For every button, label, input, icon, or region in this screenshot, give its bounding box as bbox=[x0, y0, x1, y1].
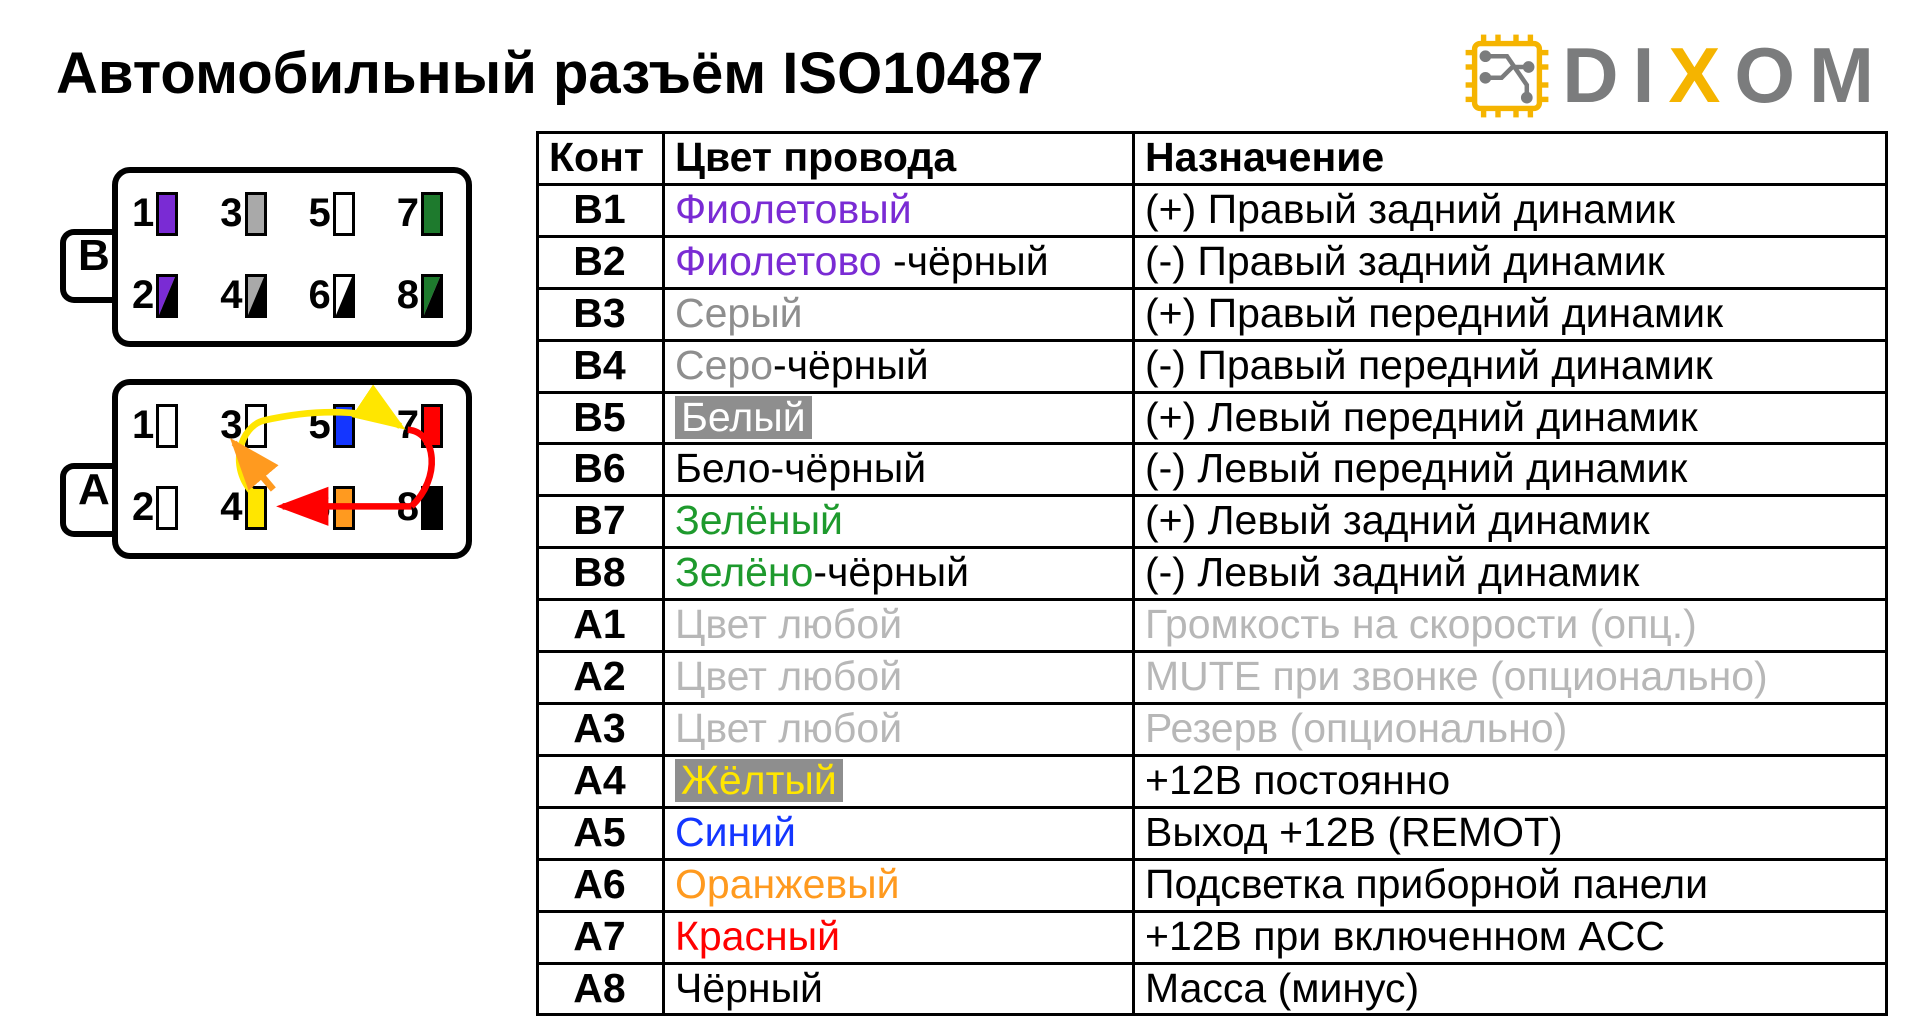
table-header-row: Конт Цвет провода Назначение bbox=[538, 133, 1887, 185]
connector-pin: 5 bbox=[309, 191, 355, 236]
cell-function: (-) Правый передний динамик bbox=[1134, 340, 1887, 392]
table-row: B8Зелёно-чёрный(-) Левый задний динамик bbox=[538, 548, 1887, 600]
table-row: B5Белый(+) Левый передний динамик bbox=[538, 392, 1887, 444]
cell-wire: Цвет любой bbox=[664, 600, 1134, 652]
logo-letter: M bbox=[1809, 30, 1888, 121]
cell-pin: A7 bbox=[538, 911, 664, 963]
cell-wire: Белый bbox=[664, 392, 1134, 444]
connector-pin: 1 bbox=[132, 191, 178, 236]
cell-pin: A5 bbox=[538, 807, 664, 859]
connector-block-b: B 1357 2468 bbox=[112, 167, 472, 347]
cell-wire: Красный bbox=[664, 911, 1134, 963]
cell-pin: A4 bbox=[538, 755, 664, 807]
connector-block-a: A 1357 2468 bbox=[112, 379, 472, 559]
cell-wire: Зелёный bbox=[664, 496, 1134, 548]
cell-function: Выход +12В (REMOT) bbox=[1134, 807, 1887, 859]
cell-function: (-) Левый передний динамик bbox=[1134, 444, 1887, 496]
connector-pin: 7 bbox=[397, 403, 443, 448]
cell-pin: B1 bbox=[538, 184, 664, 236]
cell-function: +12В при включенном ACC bbox=[1134, 911, 1887, 963]
cell-pin: B7 bbox=[538, 496, 664, 548]
col-func: Назначение bbox=[1134, 133, 1887, 185]
cell-pin: B5 bbox=[538, 392, 664, 444]
table-row: A4Жёлтый+12В постоянно bbox=[538, 755, 1887, 807]
connector-pin: 4 bbox=[220, 485, 266, 530]
connector-pin: 5 bbox=[309, 403, 355, 448]
cell-wire: Бело-чёрный bbox=[664, 444, 1134, 496]
connector-pin: 6 bbox=[309, 485, 355, 530]
cell-wire: Фиолетовый bbox=[664, 184, 1134, 236]
cell-wire: Оранжевый bbox=[664, 859, 1134, 911]
page-title: Автомобильный разъём ISO10487 bbox=[56, 40, 1044, 107]
logo-letter: D bbox=[1562, 30, 1632, 121]
table-row: A3Цвет любойРезерв (опционально) bbox=[538, 703, 1887, 755]
cell-pin: B4 bbox=[538, 340, 664, 392]
cell-function: (+) Левый передний динамик bbox=[1134, 392, 1887, 444]
cell-wire: Серо-чёрный bbox=[664, 340, 1134, 392]
chip-icon bbox=[1462, 31, 1552, 121]
col-wire: Цвет провода bbox=[664, 133, 1134, 185]
cell-pin: B2 bbox=[538, 236, 664, 288]
connector-diagram: B 1357 2468 A 1357 2468 bbox=[42, 163, 482, 603]
cell-function: (+) Правый задний динамик bbox=[1134, 184, 1887, 236]
cell-function: (-) Правый задний динамик bbox=[1134, 236, 1887, 288]
cell-wire: Чёрный bbox=[664, 963, 1134, 1015]
cell-pin: A3 bbox=[538, 703, 664, 755]
cell-function: MUTE при звонке (опционально) bbox=[1134, 652, 1887, 704]
cell-wire: Цвет любой bbox=[664, 652, 1134, 704]
connector-pin: 3 bbox=[220, 403, 266, 448]
table-row: B4Серо-чёрный(-) Правый передний динамик bbox=[538, 340, 1887, 392]
cell-pin: A6 bbox=[538, 859, 664, 911]
table-row: B7Зелёный(+) Левый задний динамик bbox=[538, 496, 1887, 548]
cell-wire: Жёлтый bbox=[664, 755, 1134, 807]
brand-logo: D I X O M bbox=[1462, 30, 1888, 121]
connector-pin: 8 bbox=[397, 273, 443, 318]
pinout-table: Конт Цвет провода Назначение B1Фиолетовы… bbox=[536, 131, 1888, 1016]
cell-function: +12В постоянно bbox=[1134, 755, 1887, 807]
connector-pin: 7 bbox=[397, 191, 443, 236]
cell-function: (+) Левый задний динамик bbox=[1134, 496, 1887, 548]
cell-function: (-) Левый задний динамик bbox=[1134, 548, 1887, 600]
cell-function: Подсветка приборной панели bbox=[1134, 859, 1887, 911]
cell-pin: A2 bbox=[538, 652, 664, 704]
connector-pin: 2 bbox=[132, 273, 178, 318]
cell-pin: B3 bbox=[538, 288, 664, 340]
cell-wire: Серый bbox=[664, 288, 1134, 340]
cell-wire: Зелёно-чёрный bbox=[664, 548, 1134, 600]
table-row: A8ЧёрныйМасса (минус) bbox=[538, 963, 1887, 1015]
block-label-a: A bbox=[78, 465, 110, 515]
connector-pin: 4 bbox=[220, 273, 266, 318]
cell-pin: A8 bbox=[538, 963, 664, 1015]
connector-pin: 3 bbox=[220, 191, 266, 236]
logo-letter: X bbox=[1668, 30, 1734, 121]
cell-pin: B6 bbox=[538, 444, 664, 496]
cell-function: Громкость на скорости (опц.) bbox=[1134, 600, 1887, 652]
cell-function: Резерв (опционально) bbox=[1134, 703, 1887, 755]
table-row: B6Бело-чёрный(-) Левый передний динамик bbox=[538, 444, 1887, 496]
cell-wire: Цвет любой bbox=[664, 703, 1134, 755]
connector-pin: 2 bbox=[132, 485, 178, 530]
table-row: A1Цвет любойГромкость на скорости (опц.) bbox=[538, 600, 1887, 652]
cell-pin: A1 bbox=[538, 600, 664, 652]
table-row: A5СинийВыход +12В (REMOT) bbox=[538, 807, 1887, 859]
table-row: A7Красный+12В при включенном ACC bbox=[538, 911, 1887, 963]
table-row: A2Цвет любойMUTE при звонке (опционально… bbox=[538, 652, 1887, 704]
table-row: B2Фиолетово -чёрный(-) Правый задний дин… bbox=[538, 236, 1887, 288]
connector-pin: 8 bbox=[397, 485, 443, 530]
table-row: A6ОранжевыйПодсветка приборной панели bbox=[538, 859, 1887, 911]
col-pin: Конт bbox=[538, 133, 664, 185]
cell-wire: Синий bbox=[664, 807, 1134, 859]
connector-pin: 6 bbox=[309, 273, 355, 318]
logo-letter: I bbox=[1633, 30, 1669, 121]
cell-function: (+) Правый передний динамик bbox=[1134, 288, 1887, 340]
block-label-b: B bbox=[78, 231, 110, 281]
table-row: B3Серый(+) Правый передний динамик bbox=[538, 288, 1887, 340]
connector-pin: 1 bbox=[132, 403, 178, 448]
table-row: B1Фиолетовый(+) Правый задний динамик bbox=[538, 184, 1887, 236]
cell-pin: B8 bbox=[538, 548, 664, 600]
logo-letter: O bbox=[1734, 30, 1809, 121]
cell-function: Масса (минус) bbox=[1134, 963, 1887, 1015]
cell-wire: Фиолетово -чёрный bbox=[664, 236, 1134, 288]
